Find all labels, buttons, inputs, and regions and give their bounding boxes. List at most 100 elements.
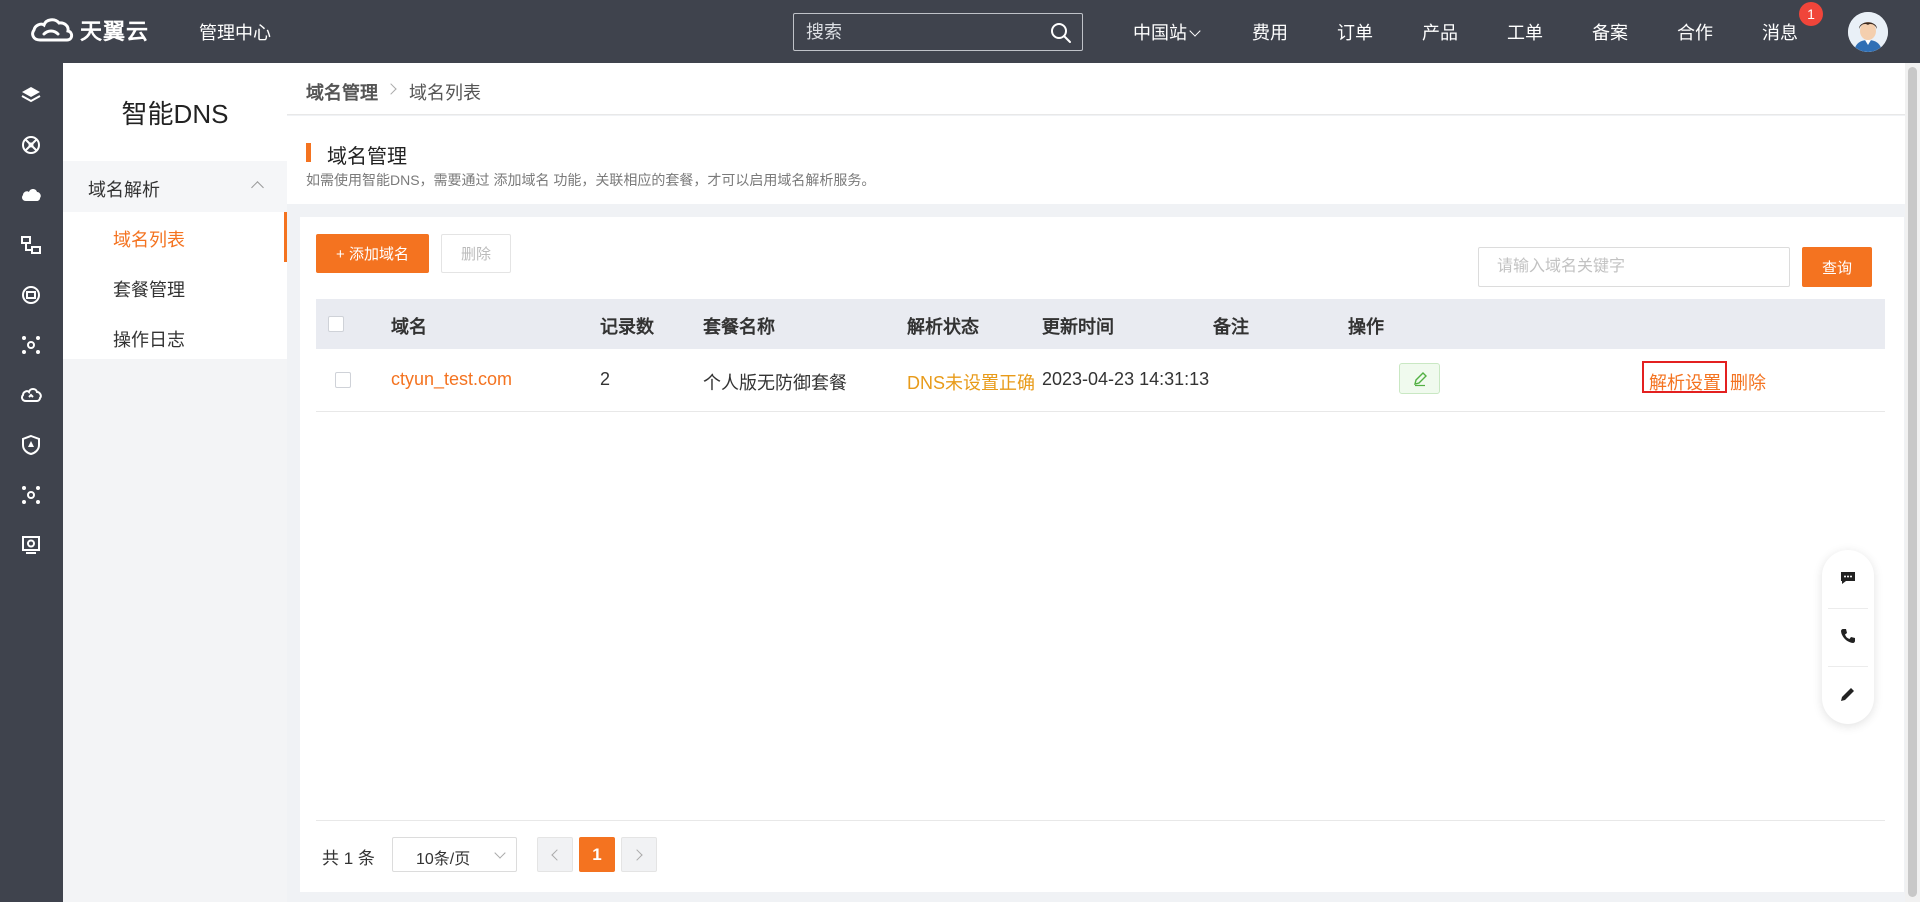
package-name: 个人版无防御套餐: [703, 373, 847, 393]
shield-icon: [22, 434, 40, 456]
product-icon-rail: [0, 63, 63, 902]
resolution-settings-link[interactable]: 解析设置: [1642, 361, 1727, 393]
rail-dns[interactable]: [20, 484, 42, 506]
column-domain: 域名: [391, 317, 427, 337]
phone-icon: [1841, 629, 1855, 643]
nav-partners[interactable]: 合作: [1677, 19, 1713, 45]
rail-shield[interactable]: [20, 434, 42, 456]
nav-messages[interactable]: 消息: [1762, 19, 1798, 45]
page-size-select[interactable]: 10条/页: [392, 837, 517, 872]
online-chat-button[interactable]: [1822, 550, 1874, 608]
dns-sidebar: 智能DNS 域名解析 域名列表 套餐管理 操作日志: [63, 63, 287, 359]
rail-layers[interactable]: [20, 84, 42, 106]
record-count: 2: [600, 369, 611, 389]
breadcrumb-parent[interactable]: 域名管理: [306, 79, 378, 105]
sidebar-group-label: 域名解析: [88, 180, 160, 200]
rail-storage[interactable]: [20, 284, 42, 306]
breadcrumb-current: 域名列表: [409, 83, 481, 103]
title-accent-bar: [306, 143, 311, 162]
region-label: 中国站: [1133, 23, 1187, 43]
select-all-checkbox[interactable]: [328, 316, 344, 332]
column-actions: 操作: [1348, 317, 1384, 337]
active-indicator: [284, 212, 287, 262]
prev-page-button[interactable]: [537, 837, 573, 872]
sidebar-item-package-management[interactable]: 套餐管理: [63, 262, 287, 312]
sidebar-title: 智能DNS: [121, 99, 229, 129]
page-header: 域名管理 如需使用智能DNS，需要通过 添加域名 功能，关联相应的套餐，才可以启…: [287, 116, 1920, 204]
sidebar-item-label: 套餐管理: [113, 280, 185, 300]
rail-security-hub[interactable]: [20, 334, 42, 356]
rail-network[interactable]: [20, 234, 42, 256]
page-scrollbar[interactable]: [1905, 63, 1920, 902]
page-description: 如需使用智能DNS，需要通过 添加域名 功能，关联相应的套餐，才可以启用域名解析…: [306, 172, 876, 188]
chevron-right-icon: [631, 849, 643, 861]
column-note: 备注: [1213, 317, 1249, 337]
sidebar-item-domain-list[interactable]: 域名列表: [63, 212, 287, 262]
nav-billing[interactable]: 费用: [1252, 19, 1288, 45]
nav-products[interactable]: 产品: [1422, 19, 1458, 45]
avatar-icon: [1848, 12, 1888, 52]
brand-name: 天翼云: [80, 19, 150, 44]
global-search: [793, 13, 1083, 51]
nav-tickets[interactable]: 工单: [1507, 19, 1543, 45]
query-button[interactable]: 查询: [1802, 247, 1872, 287]
topology-icon: [21, 236, 41, 254]
chevron-down-icon: [494, 847, 506, 859]
chevron-up-icon: [251, 181, 264, 194]
floating-service-toolbar: [1822, 550, 1874, 724]
add-domain-button[interactable]: + 添加域名: [316, 234, 429, 273]
management-center-link[interactable]: 管理中心: [199, 19, 271, 45]
rail-monitor[interactable]: [20, 534, 42, 556]
domain-keyword-input[interactable]: [1478, 247, 1790, 287]
chevron-left-icon: [551, 849, 563, 861]
table-header: 域名 记录数 套餐名称 解析状态 更新时间 备注 操作: [316, 299, 1885, 349]
nav-filing[interactable]: 备案: [1592, 19, 1628, 45]
column-records: 记录数: [600, 317, 654, 337]
delete-domain-link[interactable]: 删除: [1730, 369, 1766, 395]
region-selector[interactable]: 中国站: [1133, 19, 1201, 45]
rail-compute[interactable]: [20, 134, 42, 156]
rail-cloud[interactable]: [20, 184, 42, 206]
database-icon: [22, 286, 40, 304]
edit-note-button[interactable]: [1399, 363, 1440, 394]
sidebar-empty-area: [63, 359, 287, 902]
resolution-status: DNS未设置正确: [907, 373, 1036, 393]
domain-link[interactable]: ctyun_test.com: [391, 369, 512, 390]
search-input[interactable]: [794, 14, 1082, 50]
sidebar-group-domain-resolution[interactable]: 域名解析: [63, 161, 287, 212]
user-avatar[interactable]: [1848, 12, 1888, 52]
nav-orders[interactable]: 订单: [1337, 19, 1373, 45]
cloud-icon: [22, 189, 41, 201]
row-checkbox[interactable]: [335, 372, 351, 388]
column-status: 解析状态: [907, 317, 979, 337]
sidebar-item-operation-log[interactable]: 操作日志: [63, 312, 287, 362]
cloud-sync-icon: [21, 388, 42, 402]
brand-logo[interactable]: 天翼云: [28, 14, 149, 46]
breadcrumb: 域名管理 域名列表: [287, 63, 1920, 115]
batch-delete-button[interactable]: 删除: [441, 234, 511, 273]
rail-cdn[interactable]: [20, 384, 42, 406]
nodes-icon: [22, 336, 40, 354]
next-page-button[interactable]: [621, 837, 657, 872]
top-bar: 天翼云 管理中心 中国站 费用 订单 产品 工单 备案 合作 消息 1: [0, 0, 1920, 63]
monitor-icon: [22, 536, 40, 554]
chat-icon: [1841, 572, 1855, 584]
page-title: 域名管理: [327, 146, 407, 168]
pencil-icon: [1414, 372, 1427, 387]
total-count: 共 1 条: [322, 849, 375, 868]
chevron-down-icon: [1189, 25, 1201, 37]
cloud-logo-icon: [31, 18, 74, 42]
sidebar-item-label: 域名列表: [113, 230, 185, 250]
feedback-button[interactable]: [1822, 666, 1874, 724]
column-updated: 更新时间: [1042, 317, 1114, 337]
phone-contact-button[interactable]: [1822, 608, 1874, 666]
scrollbar-thumb[interactable]: [1908, 67, 1917, 897]
search-icon[interactable]: [1050, 22, 1072, 44]
layers-icon: [21, 87, 41, 103]
dns-nodes-icon: [22, 486, 40, 504]
message-count-badge: 1: [1799, 2, 1823, 26]
sidebar-item-label: 操作日志: [113, 330, 185, 350]
app-root: 天翼云 管理中心 中国站 费用 订单 产品 工单 备案 合作 消息 1: [0, 0, 1920, 902]
page-number-current[interactable]: 1: [579, 837, 615, 872]
pagination-divider: [316, 820, 1885, 821]
